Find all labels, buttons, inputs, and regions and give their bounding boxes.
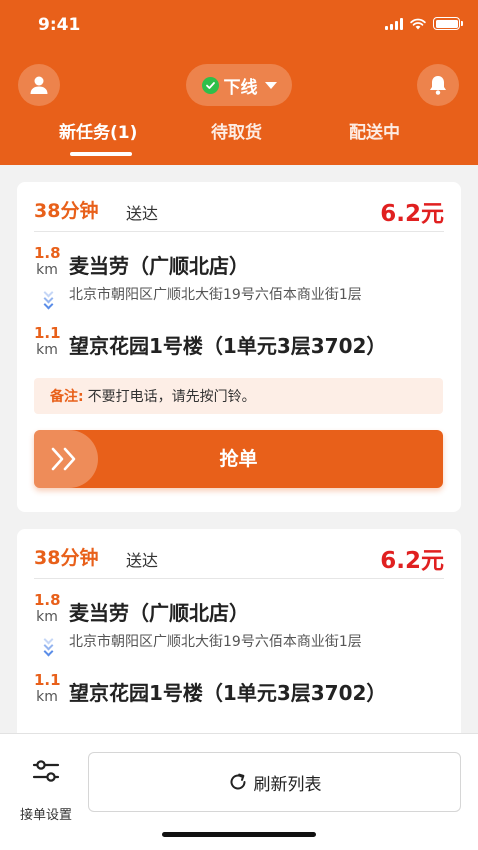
refresh-list-label: 刷新列表 [253,774,322,795]
grab-order-button[interactable]: 抢单 [34,430,443,488]
battery-icon [433,17,463,30]
dropoff-distance-value: 1.1 [34,324,61,342]
route-chevrons-icon [42,634,54,657]
tab-new-tasks[interactable]: 新任务(1) [59,118,137,143]
dropoff-distance: 1.1 km [34,324,61,359]
user-icon [30,76,48,94]
order-tabs: 新任务(1) 待取货 配送中 [0,118,478,158]
order-list[interactable]: 38分钟 送达 6.2元 1.8 km 麦当劳（广顺北店） 北京市朝阳区广顺北大… [0,165,478,733]
wifi-icon [410,18,426,29]
sliders-icon [32,760,60,782]
cellular-signal-icon [385,17,403,30]
bottom-action-bar: 接单设置 刷新列表 [0,733,478,850]
order-note-label: 备注: [50,389,84,405]
dropoff-distance-unit: km [36,342,58,358]
shop-name: 麦当劳（广顺北店） [69,601,249,625]
order-card-header: 38分钟 送达 6.2元 [34,529,444,579]
shop-address: 北京市朝阳区广顺北大街19号六佰本商业街1层 [69,287,362,303]
pickup-distance: 1.8 km [34,244,61,279]
route-chevrons-icon [42,287,54,310]
dropoff-address: 望京花园1号楼（1单元3层3702） [69,334,387,358]
grab-order-label: 抢单 [219,448,258,470]
pickup-distance-unit: km [36,262,58,278]
order-card: 38分钟 送达 6.2元 1.8 km 麦当劳（广顺北店） 北京市朝阳区广顺北大… [17,529,461,733]
pickup-distance: 1.8 km [34,591,61,626]
notifications-button[interactable] [417,64,459,106]
system-icons [385,17,463,30]
status-time: 9:41 [38,15,81,35]
app-header: 9:41 下线 新任务(1) 待取货 配送中 [0,0,478,165]
order-note: 备注: 不要打电话，请先按门铃。 [34,378,443,414]
dropoff-distance-unit: km [36,689,58,705]
tab-awaiting-pickup[interactable]: 待取货 [211,118,262,143]
order-price: 6.2元 [380,201,444,227]
home-indicator[interactable] [162,832,316,837]
shop-name: 麦当劳（广顺北店） [69,254,249,278]
online-status-label: 下线 [223,77,258,98]
delivery-eta: 38分钟 [34,547,99,569]
delivery-eta: 38分钟 [34,200,99,222]
order-note-text: 不要打电话，请先按门铃。 [87,389,256,405]
check-circle-icon [201,76,219,94]
shop-address: 北京市朝阳区广顺北大街19号六佰本商业街1层 [69,634,362,650]
delivery-eta-suffix: 送达 [126,551,159,570]
dropoff-distance-value: 1.1 [34,671,61,689]
pickup-distance-value: 1.8 [34,591,61,609]
order-card-header: 38分钟 送达 6.2元 [34,182,444,232]
bell-icon [430,76,446,95]
online-status-toggle[interactable]: 下线 [186,64,292,106]
order-price: 6.2元 [380,548,444,574]
profile-button[interactable] [18,64,60,106]
refresh-icon [230,773,245,790]
delivery-eta-suffix: 送达 [126,204,159,223]
order-card: 38分钟 送达 6.2元 1.8 km 麦当劳（广顺北店） 北京市朝阳区广顺北大… [17,182,461,512]
dropoff-distance: 1.1 km [34,671,61,706]
active-tab-indicator [70,152,132,156]
caret-down-icon [264,81,277,89]
dropoff-address: 望京花园1号楼（1单元3层3702） [69,681,387,705]
order-settings-label: 接单设置 [19,808,72,823]
refresh-list-button[interactable]: 刷新列表 [88,752,461,812]
tab-delivering[interactable]: 配送中 [349,118,400,143]
pickup-distance-unit: km [36,609,58,625]
pickup-distance-value: 1.8 [34,244,61,262]
status-bar: 9:41 [0,0,478,50]
order-settings-button[interactable]: 接单设置 [14,752,78,823]
